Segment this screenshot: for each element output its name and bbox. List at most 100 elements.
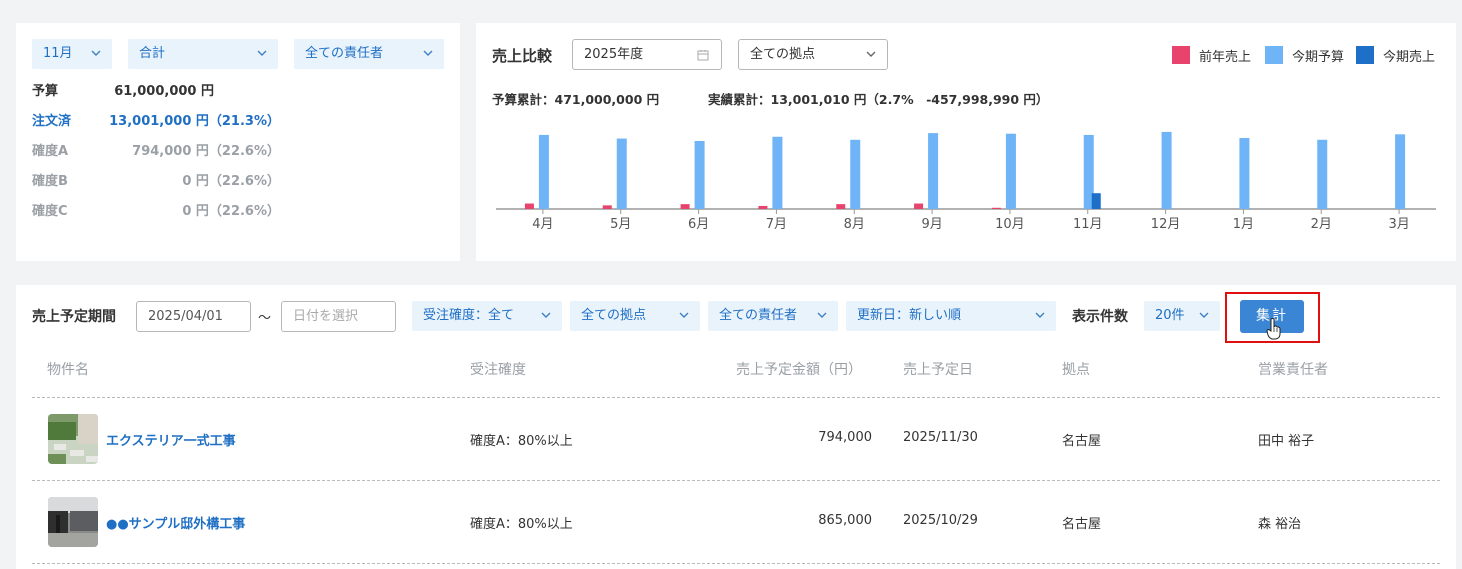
bar-今期予算-7月	[772, 136, 783, 209]
column-header-certainty: 受注確度	[470, 362, 526, 378]
x-tick-label: 9月	[921, 217, 942, 232]
list-base-value: 全ての拠点	[581, 308, 647, 323]
certainty-cell: 確度A：80%以上	[470, 434, 573, 449]
property-name-link[interactable]: ●●サンプル邸外構工事	[106, 513, 245, 532]
certainty-select[interactable]: 受注確度：全て	[412, 301, 562, 331]
budget-label: 予算	[32, 84, 59, 99]
chart-base-select[interactable]: 全ての拠点	[738, 39, 888, 70]
bar-今期予算-1月	[1239, 137, 1250, 209]
certainty-a-value: 794,000 円（22.6%）	[132, 144, 280, 159]
amount-cell: 794,000	[818, 430, 872, 445]
person-select-value: 全ての責任者	[305, 46, 384, 61]
hand-cursor-icon	[1266, 318, 1281, 340]
certainty-c-label: 確度C	[32, 204, 68, 219]
legend-label-prev-sales: 前年売上	[1199, 50, 1252, 65]
end-date-placeholder: 日付を選択	[293, 309, 359, 324]
chevron-down-icon	[423, 50, 433, 56]
bar-今期予算-3月	[1395, 134, 1406, 209]
table-divider	[32, 397, 1440, 398]
amount-cell: 865,000	[818, 513, 872, 528]
x-tick-label: 2月	[1311, 217, 1332, 232]
x-tick-label: 11月	[1073, 217, 1103, 232]
chart-card-title: 売上比較	[492, 47, 553, 65]
legend-swatch-budget	[1265, 46, 1283, 64]
period-label: 売上予定期間	[32, 309, 116, 325]
bar-今期予算-12月	[1161, 131, 1172, 209]
end-date-input[interactable]: 日付を選択	[281, 301, 396, 332]
certainty-c-value: 0 円（22.6%）	[182, 204, 280, 219]
bar-今期予算-9月	[928, 133, 939, 209]
bar-前年売上-5月	[602, 205, 612, 209]
base-cell: 名古屋	[1062, 434, 1102, 449]
bar-今期予算-8月	[850, 139, 861, 209]
legend-swatch-prev-sales	[1172, 46, 1190, 64]
x-tick-label: 10月	[995, 217, 1025, 232]
x-tick-label: 12月	[1151, 217, 1181, 232]
actual-total: 実績累計：13,001,010 円（2.7% -457,998,990 円）	[708, 92, 1049, 107]
column-header-amount: 売上予定金額（円）	[736, 362, 862, 378]
bar-今期予算-5月	[616, 138, 627, 209]
bar-前年売上-10月	[991, 207, 1001, 209]
summary-card: 11月 合計 全ての責任者 予算 61,000,000 円 注文済 13,001…	[16, 23, 460, 261]
list-base-select[interactable]: 全ての拠点	[570, 301, 700, 331]
table-divider	[32, 480, 1440, 481]
month-select-value: 11月	[43, 46, 73, 61]
sort-select-value: 更新日：新しい順	[857, 308, 962, 323]
x-tick-label: 7月	[766, 217, 787, 232]
property-thumbnail	[48, 497, 98, 547]
date-cell: 2025/11/30	[903, 430, 978, 445]
x-tick-label: 1月	[1233, 217, 1254, 232]
type-select-value: 合計	[139, 46, 166, 61]
certainty-a-label: 確度A	[32, 144, 69, 159]
bar-前年売上-4月	[524, 203, 534, 209]
budget-value: 61,000,000 円	[114, 84, 214, 99]
chevron-down-icon	[817, 312, 827, 318]
bar-今期予算-4月	[538, 134, 549, 209]
count-select[interactable]: 20件	[1144, 301, 1220, 331]
bar-前年売上-8月	[836, 204, 846, 209]
bar-今期予算-10月	[1005, 133, 1016, 209]
start-date-input[interactable]: 2025/04/01	[136, 301, 251, 332]
chevron-down-icon	[679, 312, 689, 318]
person-cell: 田中 裕子	[1258, 434, 1315, 449]
bar-今期予算-2月	[1317, 139, 1328, 209]
budget-total: 予算累計：471,000,000 円	[492, 92, 660, 107]
list-person-value: 全ての責任者	[719, 308, 798, 323]
month-select[interactable]: 11月	[32, 39, 112, 69]
table-divider	[32, 563, 1440, 564]
property-thumbnail	[48, 414, 98, 464]
chart-base-value: 全ての拠点	[750, 47, 816, 62]
legend-swatch-current-sales	[1356, 46, 1374, 64]
bar-今期予算-11月	[1083, 134, 1094, 209]
bar-前年売上-7月	[758, 205, 768, 209]
fiscal-year-select[interactable]: 2025年度	[572, 39, 722, 70]
x-tick-label: 8月	[844, 217, 865, 232]
count-select-value: 20件	[1155, 308, 1185, 323]
legend-label-budget: 今期予算	[1292, 50, 1345, 65]
certainty-b-label: 確度B	[32, 174, 68, 189]
column-header-base: 拠点	[1062, 362, 1090, 378]
chevron-down-icon	[257, 50, 267, 56]
base-cell: 名古屋	[1062, 517, 1102, 532]
chevron-down-icon	[91, 50, 101, 56]
column-header-date: 売上予定日	[903, 362, 973, 378]
chevron-down-icon	[541, 312, 551, 318]
legend-label-current-sales: 今期売上	[1383, 50, 1436, 65]
bar-前年売上-6月	[680, 204, 690, 209]
fiscal-year-value: 2025年度	[584, 47, 644, 62]
range-tilde: 〜	[258, 311, 272, 326]
list-person-select[interactable]: 全ての責任者	[708, 301, 838, 331]
x-tick-label: 3月	[1388, 217, 1409, 232]
x-tick-label: 4月	[532, 217, 553, 232]
sort-select[interactable]: 更新日：新しい順	[846, 301, 1056, 331]
start-date-value: 2025/04/01	[148, 309, 223, 324]
type-select[interactable]: 合計	[128, 39, 278, 69]
column-header-person: 営業責任者	[1258, 362, 1328, 378]
count-label: 表示件数	[1072, 309, 1128, 325]
certainty-cell: 確度A：80%以上	[470, 517, 573, 532]
person-select[interactable]: 全ての責任者	[294, 39, 444, 69]
ordered-label: 注文済	[32, 114, 72, 129]
certainty-select-value: 受注確度：全て	[423, 308, 515, 323]
calendar-icon	[697, 50, 709, 61]
property-name-link[interactable]: エクステリア一式工事	[106, 430, 236, 449]
